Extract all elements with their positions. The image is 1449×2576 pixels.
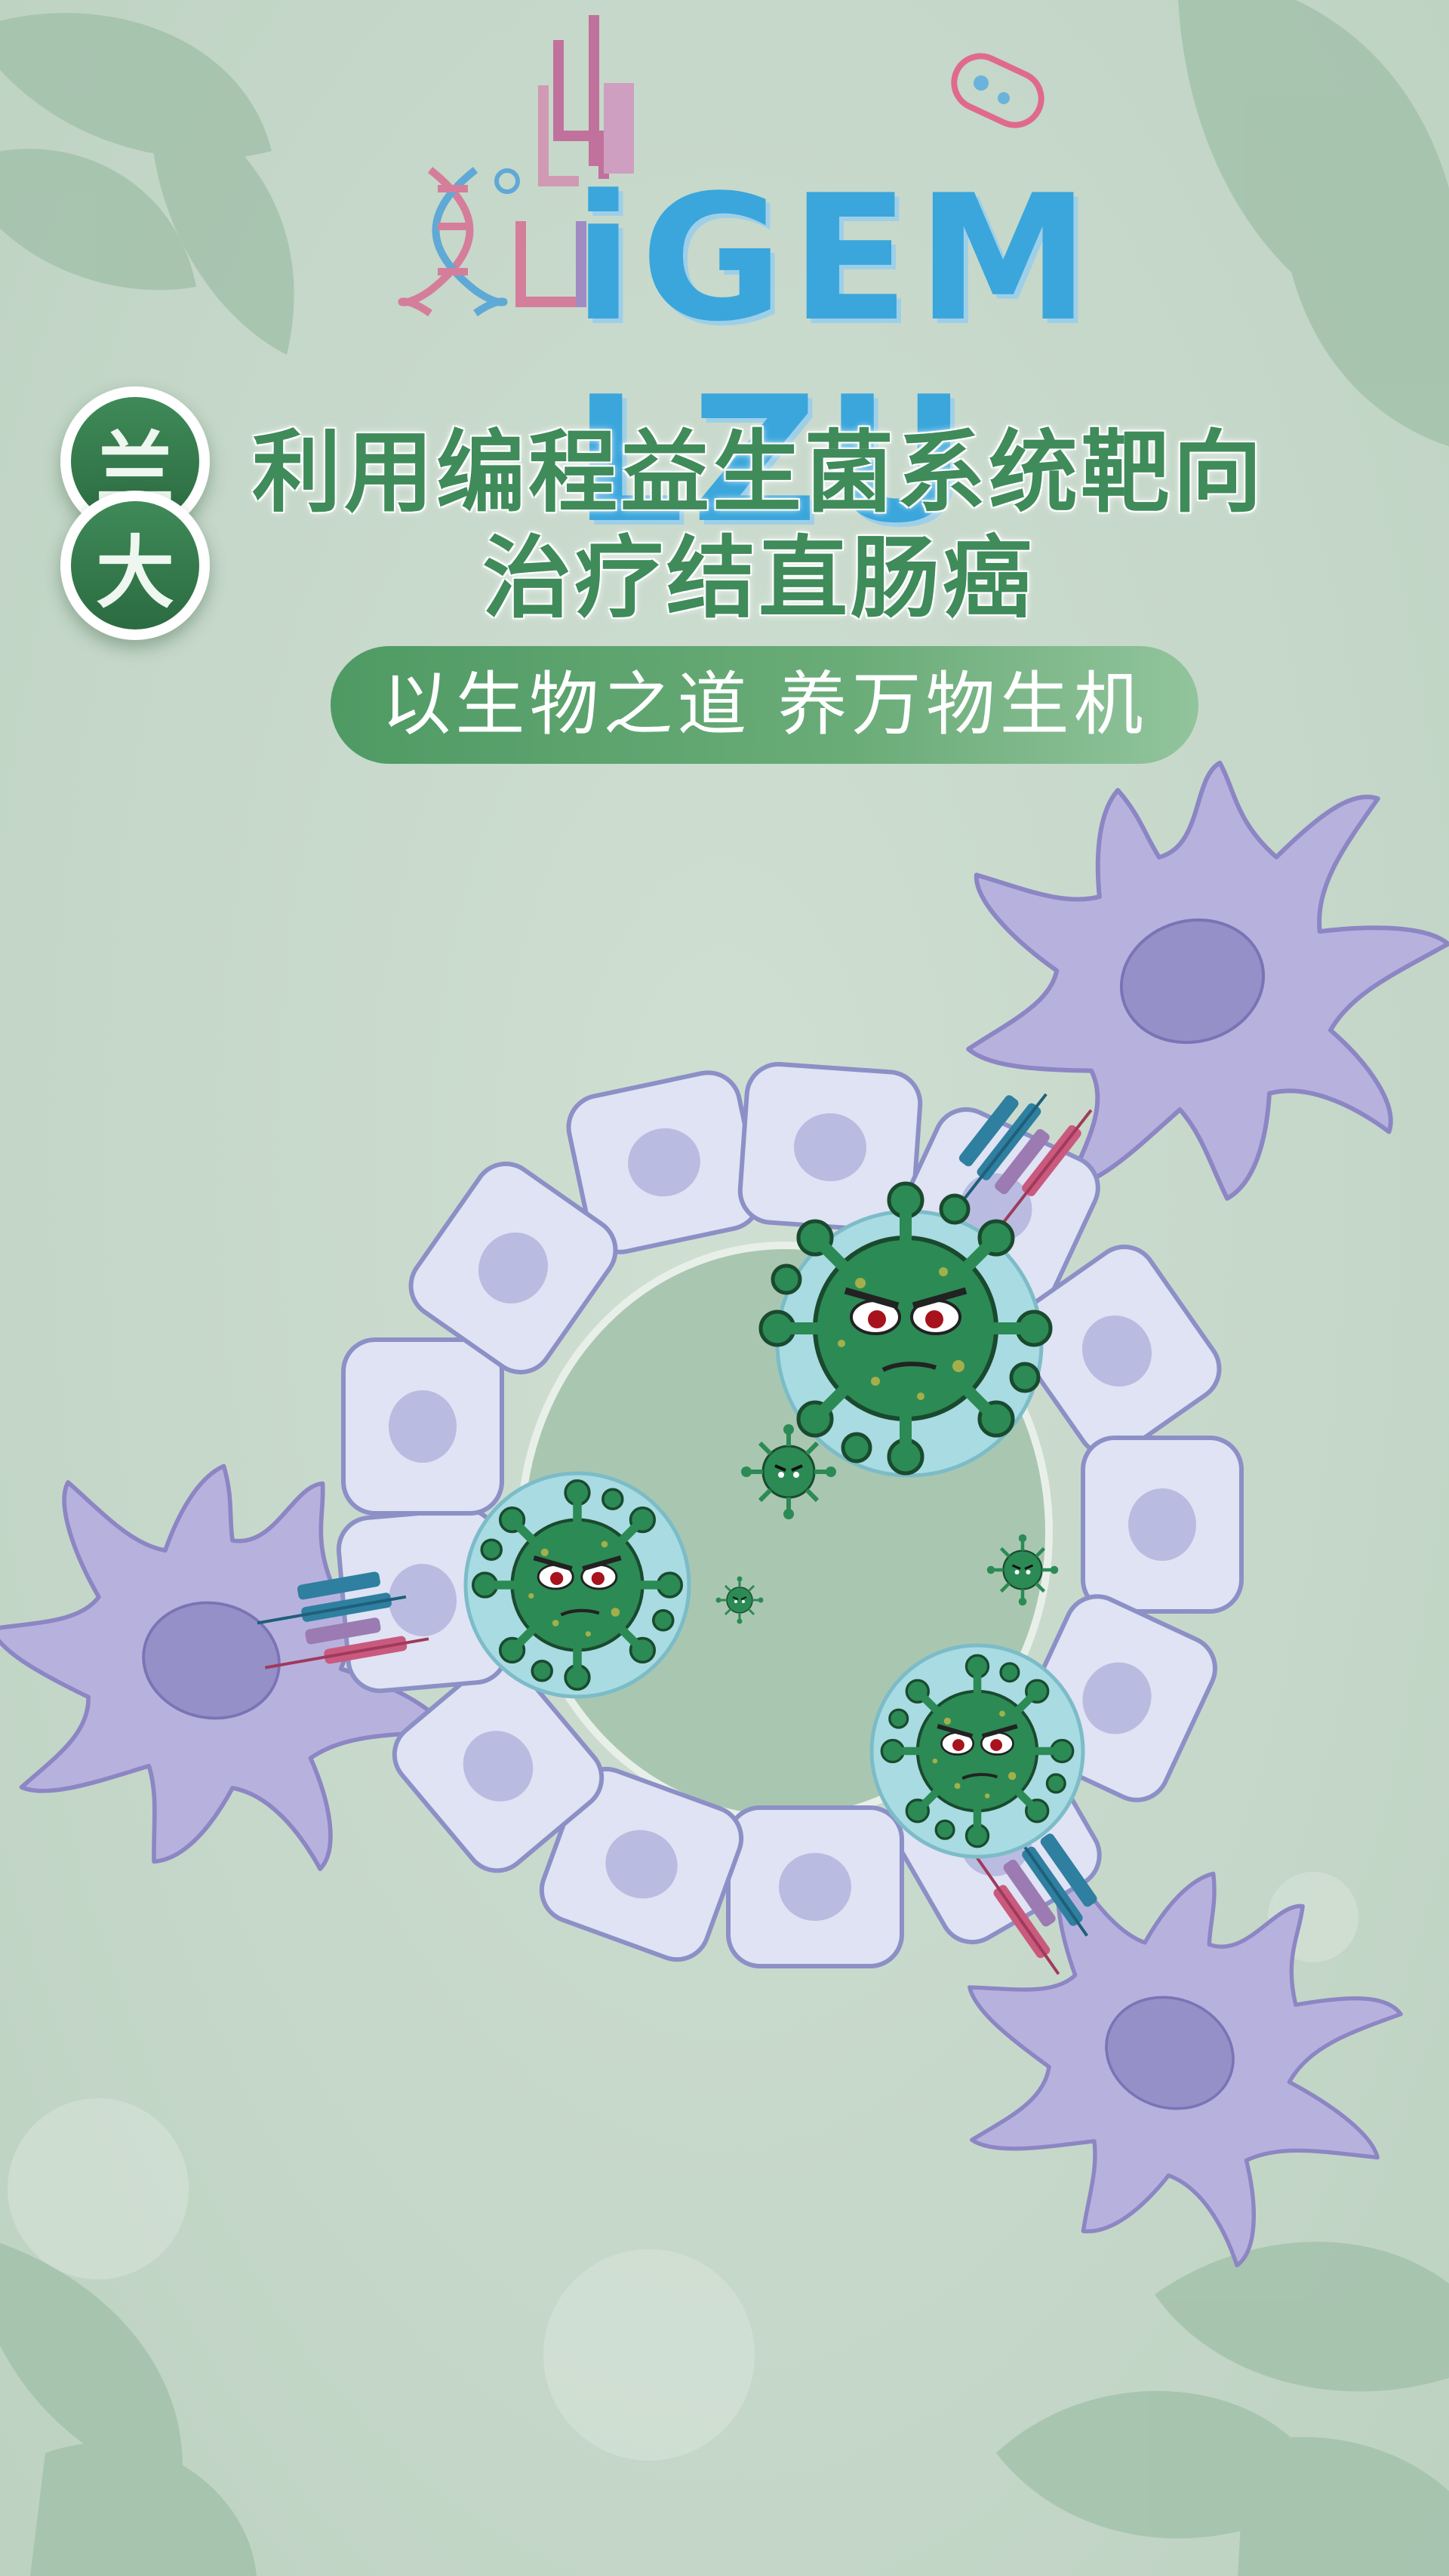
illustration xyxy=(0,0,1449,2576)
virus-icon xyxy=(881,1655,1072,1846)
virus-icon xyxy=(761,1183,1051,1473)
virus-icon xyxy=(473,1481,681,1689)
poster: iGEM LZU 兰 大 利用编程益生菌系统靶向 治疗结直肠癌 以生物之道 养万… xyxy=(0,0,1449,2576)
